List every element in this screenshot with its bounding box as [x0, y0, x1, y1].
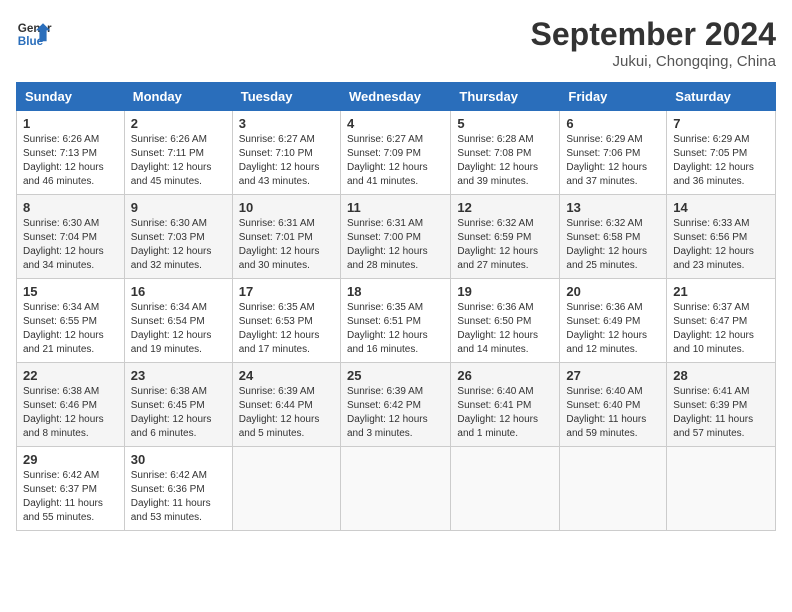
day-cell-12: 12 Sunrise: 6:32 AMSunset: 6:59 PMDaylig…	[451, 195, 560, 279]
week-row-5: 29 Sunrise: 6:42 AMSunset: 6:37 PMDaylig…	[17, 447, 776, 531]
day-cell-16: 16 Sunrise: 6:34 AMSunset: 6:54 PMDaylig…	[124, 279, 232, 363]
week-row-3: 15 Sunrise: 6:34 AMSunset: 6:55 PMDaylig…	[17, 279, 776, 363]
day-cell-17: 17 Sunrise: 6:35 AMSunset: 6:53 PMDaylig…	[232, 279, 340, 363]
calendar-table: Sunday Monday Tuesday Wednesday Thursday…	[16, 82, 776, 531]
day-cell-14: 14 Sunrise: 6:33 AMSunset: 6:56 PMDaylig…	[667, 195, 776, 279]
day-cell-15: 15 Sunrise: 6:34 AMSunset: 6:55 PMDaylig…	[17, 279, 125, 363]
day-cell-1: 1 Sunrise: 6:26 AMSunset: 7:13 PMDayligh…	[17, 111, 125, 195]
day-cell-4: 4 Sunrise: 6:27 AMSunset: 7:09 PMDayligh…	[340, 111, 450, 195]
day-cell-9: 9 Sunrise: 6:30 AMSunset: 7:03 PMDayligh…	[124, 195, 232, 279]
location: Jukui, Chongqing, China	[531, 53, 776, 70]
header-friday: Friday	[560, 83, 667, 111]
day-cell-19: 19 Sunrise: 6:36 AMSunset: 6:50 PMDaylig…	[451, 279, 560, 363]
day-cell-5: 5 Sunrise: 6:28 AMSunset: 7:08 PMDayligh…	[451, 111, 560, 195]
day-cell-6: 6 Sunrise: 6:29 AMSunset: 7:06 PMDayligh…	[560, 111, 667, 195]
month-year: September 2024	[531, 16, 776, 53]
empty-cell-5	[667, 447, 776, 531]
weekday-header-row: Sunday Monday Tuesday Wednesday Thursday…	[17, 83, 776, 111]
week-row-4: 22 Sunrise: 6:38 AMSunset: 6:46 PMDaylig…	[17, 363, 776, 447]
header-saturday: Saturday	[667, 83, 776, 111]
day-cell-29: 29 Sunrise: 6:42 AMSunset: 6:37 PMDaylig…	[17, 447, 125, 531]
header-tuesday: Tuesday	[232, 83, 340, 111]
day-cell-28: 28 Sunrise: 6:41 AMSunset: 6:39 PMDaylig…	[667, 363, 776, 447]
day-cell-26: 26 Sunrise: 6:40 AMSunset: 6:41 PMDaylig…	[451, 363, 560, 447]
day-cell-23: 23 Sunrise: 6:38 AMSunset: 6:45 PMDaylig…	[124, 363, 232, 447]
logo-icon: General Blue	[16, 16, 52, 52]
header-wednesday: Wednesday	[340, 83, 450, 111]
day-cell-18: 18 Sunrise: 6:35 AMSunset: 6:51 PMDaylig…	[340, 279, 450, 363]
title-area: September 2024 Jukui, Chongqing, China	[531, 16, 776, 70]
day-cell-3: 3 Sunrise: 6:27 AMSunset: 7:10 PMDayligh…	[232, 111, 340, 195]
empty-cell-1	[232, 447, 340, 531]
day-cell-2: 2 Sunrise: 6:26 AMSunset: 7:11 PMDayligh…	[124, 111, 232, 195]
day-cell-13: 13 Sunrise: 6:32 AMSunset: 6:58 PMDaylig…	[560, 195, 667, 279]
day-cell-30: 30 Sunrise: 6:42 AMSunset: 6:36 PMDaylig…	[124, 447, 232, 531]
header-sunday: Sunday	[17, 83, 125, 111]
day-cell-27: 27 Sunrise: 6:40 AMSunset: 6:40 PMDaylig…	[560, 363, 667, 447]
header-monday: Monday	[124, 83, 232, 111]
empty-cell-3	[451, 447, 560, 531]
day-cell-25: 25 Sunrise: 6:39 AMSunset: 6:42 PMDaylig…	[340, 363, 450, 447]
page-header: General Blue September 2024 Jukui, Chong…	[16, 16, 776, 70]
empty-cell-2	[340, 447, 450, 531]
logo: General Blue	[16, 16, 52, 52]
day-cell-20: 20 Sunrise: 6:36 AMSunset: 6:49 PMDaylig…	[560, 279, 667, 363]
header-thursday: Thursday	[451, 83, 560, 111]
week-row-2: 8 Sunrise: 6:30 AMSunset: 7:04 PMDayligh…	[17, 195, 776, 279]
day-cell-21: 21 Sunrise: 6:37 AMSunset: 6:47 PMDaylig…	[667, 279, 776, 363]
day-cell-22: 22 Sunrise: 6:38 AMSunset: 6:46 PMDaylig…	[17, 363, 125, 447]
empty-cell-4	[560, 447, 667, 531]
week-row-1: 1 Sunrise: 6:26 AMSunset: 7:13 PMDayligh…	[17, 111, 776, 195]
day-cell-11: 11 Sunrise: 6:31 AMSunset: 7:00 PMDaylig…	[340, 195, 450, 279]
day-cell-8: 8 Sunrise: 6:30 AMSunset: 7:04 PMDayligh…	[17, 195, 125, 279]
day-cell-10: 10 Sunrise: 6:31 AMSunset: 7:01 PMDaylig…	[232, 195, 340, 279]
day-cell-7: 7 Sunrise: 6:29 AMSunset: 7:05 PMDayligh…	[667, 111, 776, 195]
day-cell-24: 24 Sunrise: 6:39 AMSunset: 6:44 PMDaylig…	[232, 363, 340, 447]
